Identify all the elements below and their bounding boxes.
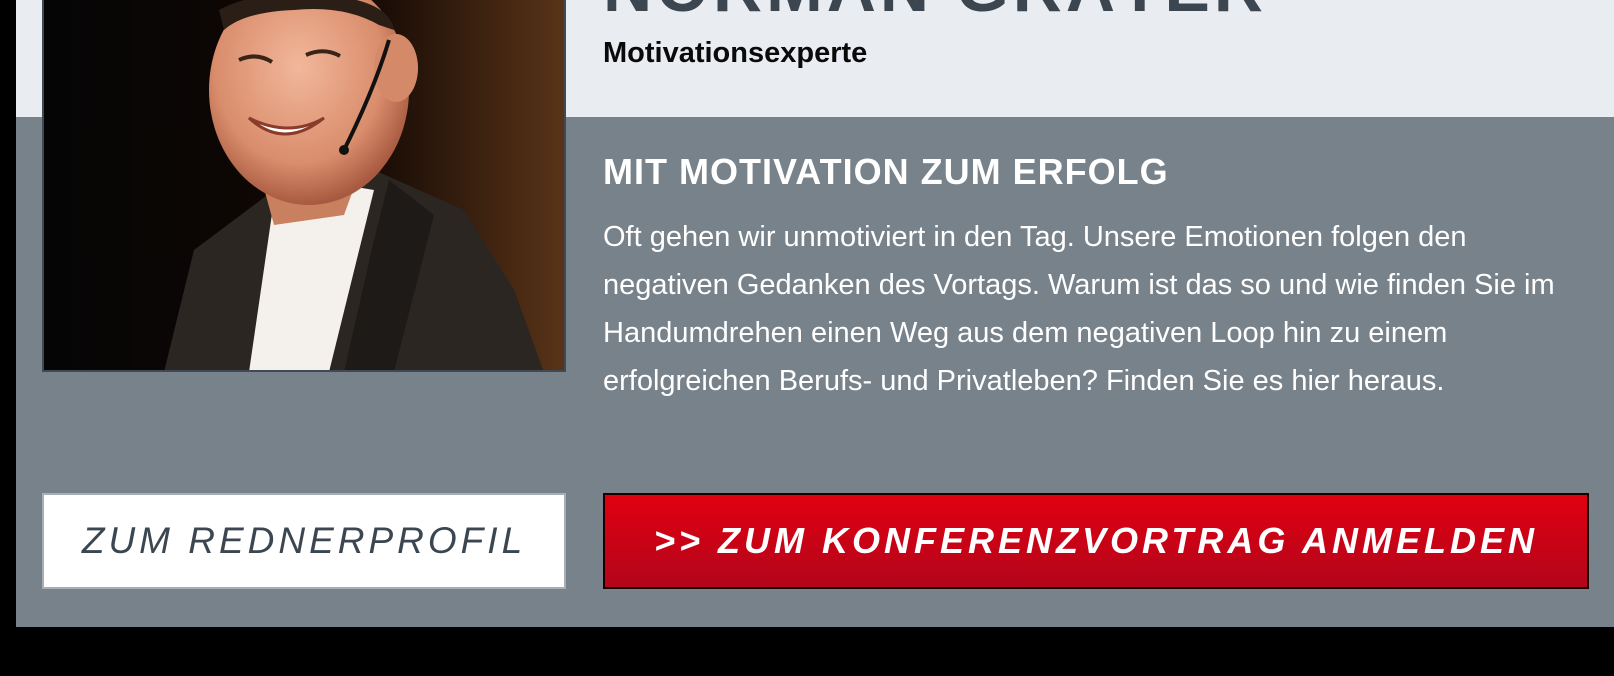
- speaker-role: Motivationsexperte: [603, 37, 868, 69]
- speaker-card: NORMAN GRÄTER Motivationsexperte MIT MOT…: [0, 0, 1614, 676]
- talk-title: MIT MOTIVATION ZUM ERFOLG: [603, 151, 1169, 192]
- speaker-photo: [42, 0, 566, 372]
- speaker-name: NORMAN GRÄTER: [603, 0, 1267, 22]
- conference-register-button[interactable]: >> ZUM KONFERENZVORTRAG ANMELDEN: [603, 493, 1589, 589]
- speaker-profile-button[interactable]: ZUM REDNERPROFIL: [42, 493, 566, 589]
- talk-description: Oft gehen wir unmotiviert in den Tag. Un…: [603, 221, 1555, 397]
